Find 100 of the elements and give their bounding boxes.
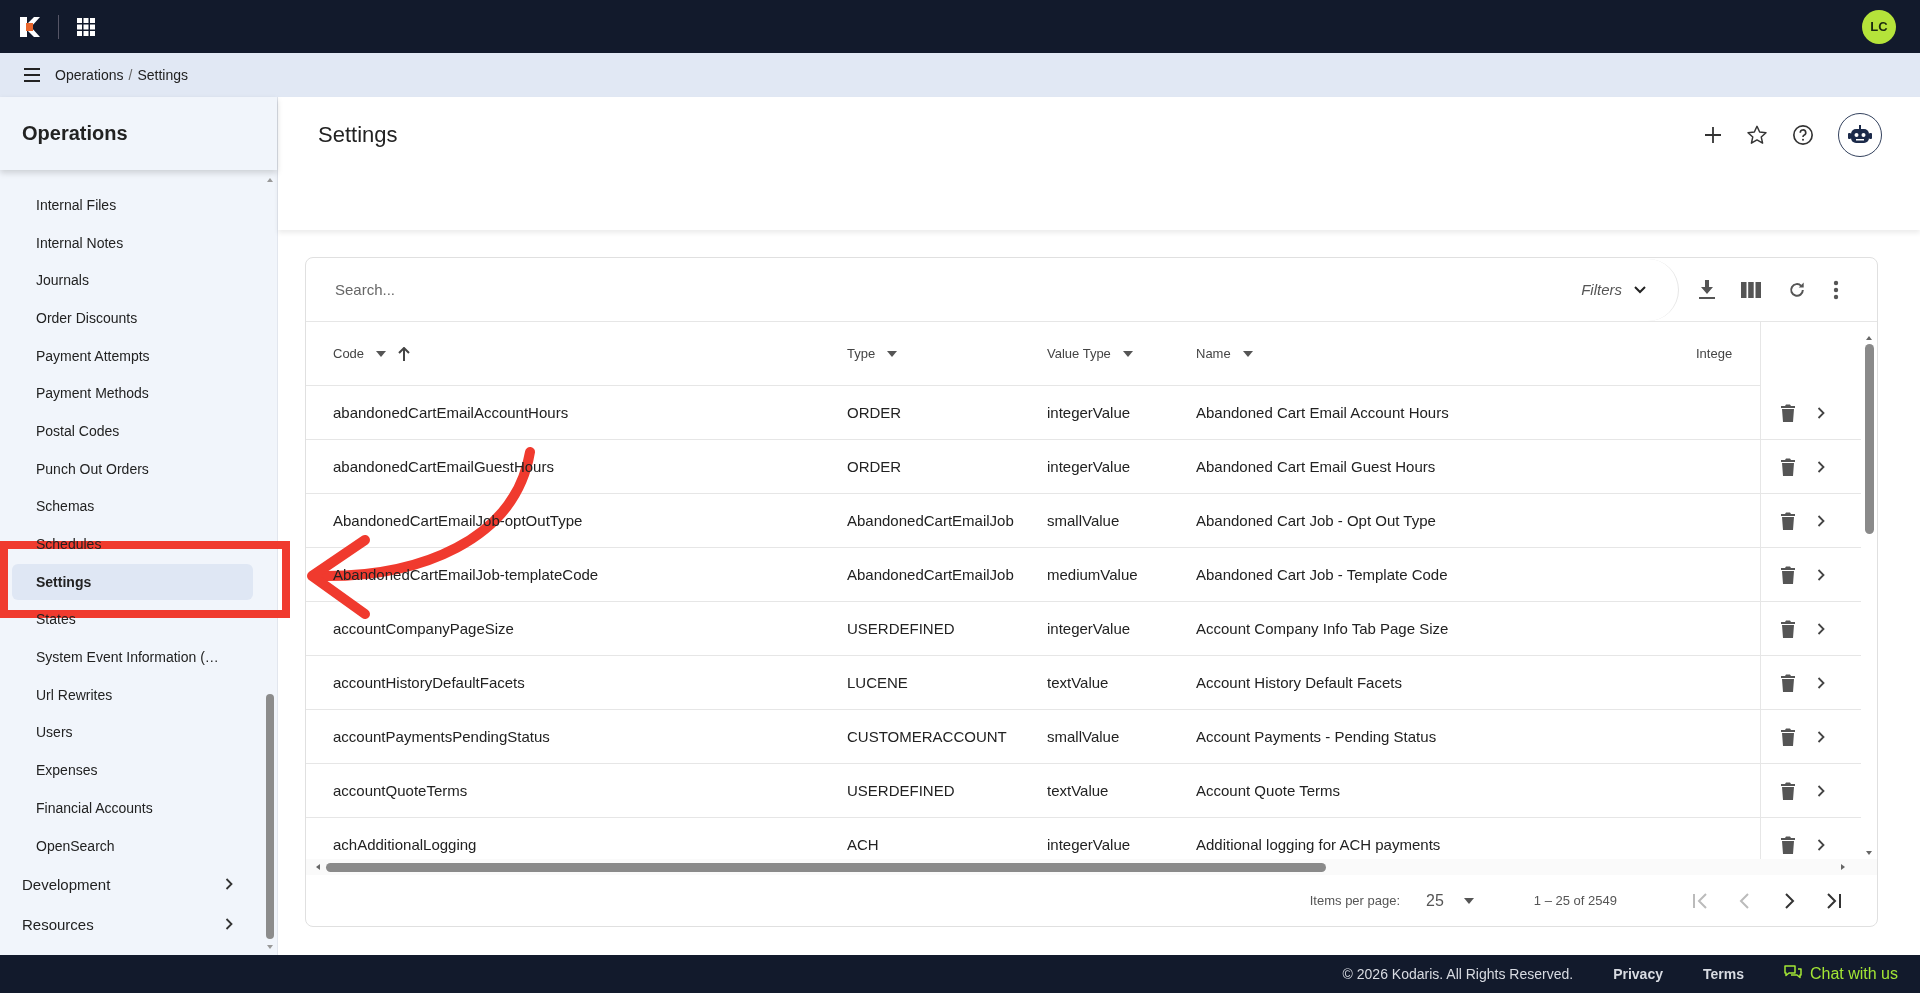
scroll-up-arrow-icon[interactable] (1864, 334, 1874, 342)
breadcrumb-link[interactable]: Operations (55, 67, 124, 83)
table-cell-text: Account Company Info Tab Page Size (1196, 619, 1450, 639)
sidebar-item[interactable]: Internal Files (12, 186, 253, 224)
logo-icon[interactable] (18, 14, 42, 39)
table-cell-text: accountHistoryDefaultFacets (332, 673, 526, 693)
chat-link[interactable]: Chat with us (1783, 965, 1898, 983)
delete-icon[interactable] (1781, 565, 1795, 584)
sidebar-item[interactable]: Journals (12, 261, 253, 300)
copyright-text: © 2026 Kodaris. All Rights Reserved. (1342, 966, 1574, 982)
chevron-down-icon (1634, 285, 1646, 294)
sidebar-item[interactable]: Schedules (12, 525, 253, 563)
table-cell-text: AbandonedCartEmailJob (847, 565, 1015, 585)
delete-icon[interactable] (1781, 673, 1795, 692)
page-title: Settings (318, 122, 398, 148)
chevron-right-icon[interactable] (1817, 460, 1825, 473)
chevron-right-icon[interactable] (1817, 514, 1825, 527)
sidebar-item[interactable]: System Event Information (… (12, 638, 253, 676)
footer-link[interactable]: Privacy (1613, 966, 1663, 982)
sidebar-group[interactable]: Development (12, 864, 253, 905)
sort-up-arrow-icon[interactable] (398, 346, 411, 361)
help-icon[interactable] (1792, 124, 1814, 146)
search-field[interactable]: Search... Filters (306, 258, 1679, 321)
sidebar-item[interactable]: OpenSearch (12, 826, 253, 865)
table-cell-text: smallValue (1047, 727, 1121, 747)
filters-dropdown[interactable]: Filters (1581, 281, 1646, 298)
table-cell-text: USERDEFINED (847, 619, 956, 639)
column-header[interactable]: Intege (1696, 346, 1733, 361)
table-cell-text: integerValue (1047, 619, 1132, 639)
table-cell-text: achAdditionalLogging (332, 835, 478, 855)
table-cell-text: Account Quote Terms (1196, 781, 1341, 801)
scroll-up-arrow-icon[interactable] (265, 176, 275, 184)
sidebar-group[interactable]: Resources (12, 904, 253, 945)
table-cell-text: Account History Default Facets (1196, 673, 1403, 693)
delete-icon[interactable] (1781, 619, 1795, 638)
scrollbar-thumb[interactable] (266, 694, 274, 939)
sidebar-item[interactable]: Order Discounts (12, 299, 253, 337)
scrollbar-thumb[interactable] (326, 862, 1326, 872)
apps-grid-icon[interactable] (77, 17, 95, 36)
sidebar-item[interactable]: Schemas (12, 487, 253, 526)
download-icon[interactable] (1699, 279, 1715, 300)
sidebar-item[interactable]: Expenses (12, 751, 253, 789)
column-header[interactable]: Code (333, 346, 365, 361)
sidebar-item[interactable]: Postal Codes (12, 412, 253, 450)
chevron-right-icon[interactable] (1817, 730, 1825, 743)
footer-link[interactable]: Terms (1702, 966, 1744, 982)
dropdown-caret-icon (1463, 897, 1474, 904)
user-avatar[interactable]: LC (1862, 9, 1896, 44)
dropdown-caret-icon[interactable] (1122, 350, 1133, 357)
chevron-right-icon[interactable] (1817, 568, 1825, 581)
add-icon[interactable] (1704, 126, 1722, 144)
sidebar-item[interactable]: Payment Methods (12, 374, 253, 413)
table-cell-text: accountCompanyPageSize (332, 619, 515, 639)
delete-icon[interactable] (1781, 457, 1795, 476)
dropdown-caret-icon[interactable] (887, 350, 898, 357)
scroll-left-arrow-icon[interactable] (314, 862, 322, 872)
table-cell-text: Abandoned Cart Job - Opt Out Type (1196, 511, 1437, 531)
column-header[interactable]: Type (847, 346, 876, 361)
delete-icon[interactable] (1781, 835, 1795, 854)
items-per-page-label: Items per page: (1309, 893, 1401, 908)
chevron-right-icon[interactable] (1817, 838, 1825, 851)
star-icon[interactable] (1746, 124, 1768, 146)
sidebar-item[interactable]: Financial Accounts (12, 789, 253, 827)
table-cell-text: AbandonedCartEmailJob (847, 511, 1015, 531)
column-header[interactable]: Name (1196, 346, 1231, 361)
table-cell-text: integerValue (1047, 457, 1132, 477)
chevron-right-icon (225, 918, 233, 931)
chevron-right-icon[interactable] (1817, 784, 1825, 797)
table-cell-text: integerValue (1047, 835, 1132, 855)
menu-icon[interactable] (23, 68, 41, 82)
columns-icon[interactable] (1741, 281, 1761, 298)
page-size-select[interactable]: 25 (1426, 891, 1474, 910)
delete-icon[interactable] (1781, 403, 1795, 422)
chevron-right-icon (225, 878, 233, 891)
sidebar-item[interactable]: Url Rewrites (12, 675, 253, 714)
dropdown-caret-icon[interactable] (1242, 350, 1253, 357)
chevron-right-icon[interactable] (1817, 622, 1825, 635)
scrollbar-thumb[interactable] (1864, 344, 1874, 534)
assistant-button[interactable] (1838, 113, 1882, 157)
dropdown-caret-icon[interactable] (376, 350, 387, 357)
table-cell-text: Additional logging for ACH payments (1196, 835, 1442, 855)
chevron-right-icon[interactable] (1817, 406, 1825, 419)
horizontal-scrollbar[interactable] (306, 859, 1877, 875)
chevron-right-icon[interactable] (1817, 676, 1825, 689)
sidebar-item[interactable]: Punch Out Orders (12, 449, 253, 488)
sidebar-item[interactable]: Users (12, 713, 253, 752)
breadcrumb-link[interactable]: Settings (137, 67, 188, 83)
table-cell-text: Abandoned Cart Email Guest Hours (1196, 457, 1437, 477)
column-header[interactable]: Value Type (1047, 346, 1111, 361)
scroll-down-arrow-icon[interactable] (1864, 849, 1874, 857)
sidebar-item[interactable]: Internal Notes (12, 223, 253, 262)
scroll-right-arrow-icon[interactable] (1839, 862, 1847, 872)
delete-icon[interactable] (1781, 511, 1795, 530)
delete-icon[interactable] (1781, 727, 1795, 746)
table-cell-text: integerValue (1047, 403, 1132, 423)
delete-icon[interactable] (1781, 781, 1795, 800)
scroll-down-arrow-icon[interactable] (265, 943, 275, 951)
sidebar-item[interactable]: Payment Attempts (12, 336, 253, 375)
more-options-icon[interactable] (1833, 279, 1839, 300)
sidebar-item[interactable]: Settings (12, 563, 253, 600)
